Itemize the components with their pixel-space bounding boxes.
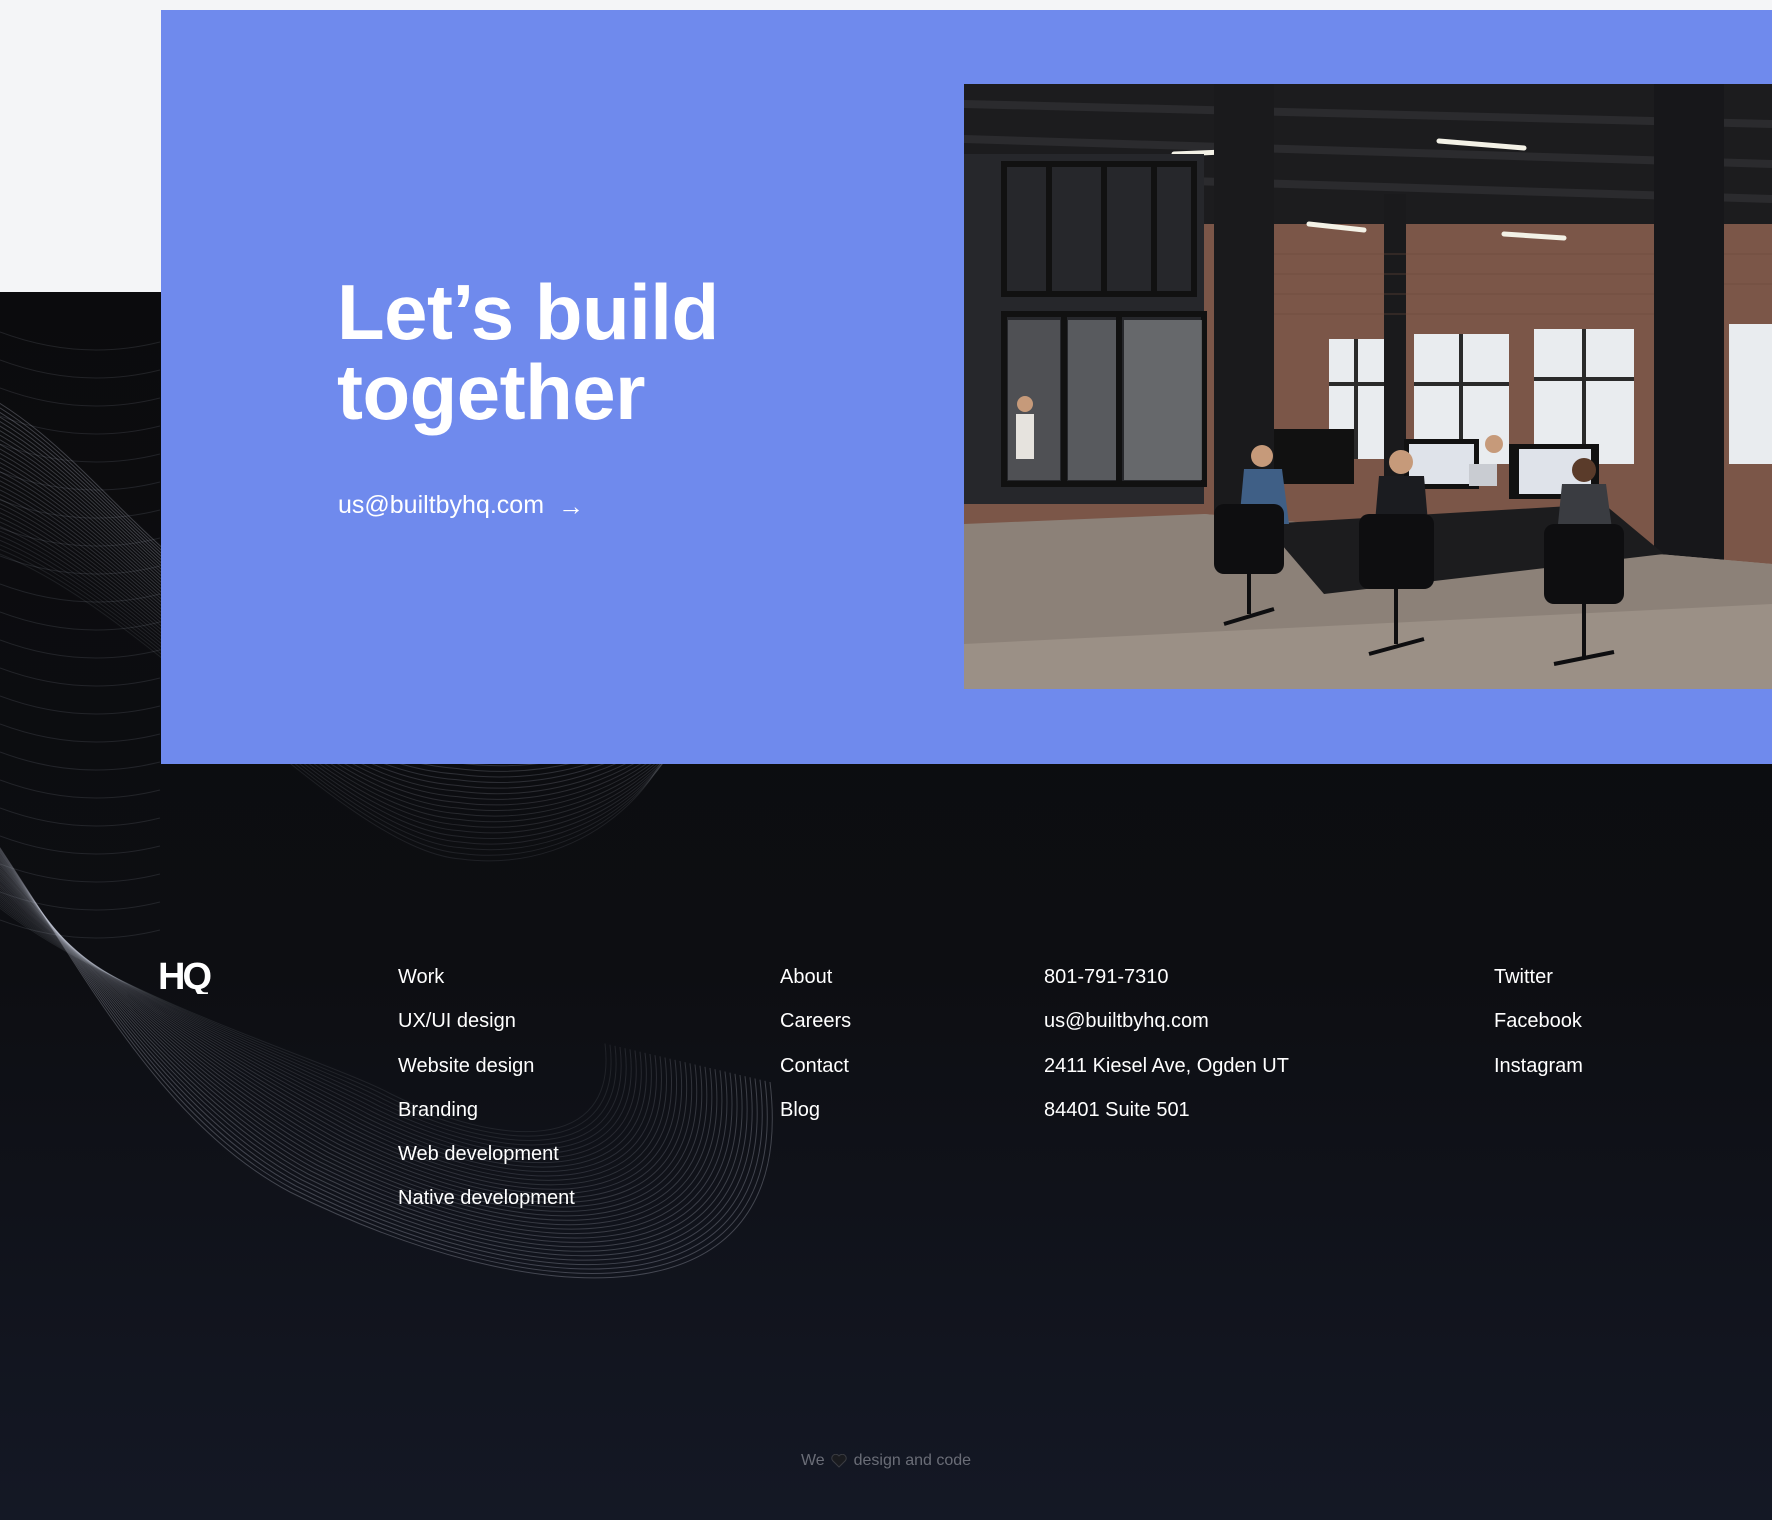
footer-address-line-1[interactable]: 2411 Kiesel Ave, Ogden UT: [1044, 1044, 1289, 1088]
footer-phone-link[interactable]: 801-791-7310: [1044, 955, 1289, 999]
wave-line: [0, 331, 161, 351]
wave-line: [0, 415, 161, 435]
cta-title-line-1: Let’s build: [337, 268, 719, 356]
footer-address-line-2[interactable]: 84401 Suite 501: [1044, 1088, 1289, 1132]
footer-link-branding[interactable]: Branding: [398, 1088, 575, 1132]
footer-link-careers[interactable]: Careers: [780, 999, 851, 1043]
credit-prefix: We: [800, 1452, 825, 1469]
wave-line: [0, 807, 161, 827]
footer-link-twitter[interactable]: Twitter: [1494, 955, 1583, 999]
wave-line: [0, 667, 161, 687]
hq-logo-text: HQ: [158, 958, 210, 994]
footer-link-work[interactable]: Work: [398, 955, 575, 999]
wave-line: [0, 639, 161, 659]
wave-line: [0, 835, 161, 855]
footer-contact-info: 801-791-7310 us@builtbyhq.com 2411 Kiese…: [1044, 955, 1289, 1132]
cta-email-text: us@builtbyhq.com: [338, 491, 545, 519]
footer-link-website-design[interactable]: Website design: [398, 1044, 575, 1088]
footer-link-contact[interactable]: Contact: [780, 1044, 851, 1088]
wave-line: [0, 695, 161, 715]
cta-title: Let’s build together: [337, 272, 897, 432]
wave-line: [0, 611, 161, 631]
footer-link-blog[interactable]: Blog: [780, 1088, 851, 1132]
footer-company-nav: About Careers Contact Blog: [780, 955, 851, 1132]
heart-icon: [831, 1453, 847, 1468]
wave-line: [0, 779, 161, 799]
footer-link-about[interactable]: About: [780, 955, 851, 999]
footer-social-nav: Twitter Facebook Instagram: [1494, 955, 1583, 1088]
wave-line: [0, 387, 161, 407]
office-photo: [964, 84, 1772, 689]
credit-suffix: design and code: [853, 1452, 972, 1469]
hq-logo[interactable]: HQ: [158, 958, 224, 994]
office-photo-illustration: [964, 84, 1772, 689]
cta-email-link[interactable]: us@builtbyhq.com →: [338, 491, 584, 520]
footer-email-link[interactable]: us@builtbyhq.com: [1044, 999, 1289, 1043]
arrow-right-icon: →: [558, 490, 585, 521]
footer-link-facebook[interactable]: Facebook: [1494, 999, 1583, 1043]
footer-link-native-development[interactable]: Native development: [398, 1176, 575, 1220]
footer-link-ux-ui-design[interactable]: UX/UI design: [398, 999, 575, 1043]
footer-credit: We design and code: [0, 1452, 1772, 1470]
cta-title-line-2: together: [337, 348, 646, 436]
footer-link-web-development[interactable]: Web development: [398, 1132, 575, 1176]
wave-line: [0, 751, 161, 771]
footer-link-instagram[interactable]: Instagram: [1494, 1044, 1583, 1088]
wave-line: [0, 723, 161, 743]
wave-line: [0, 359, 161, 379]
footer-services-nav: Work UX/UI design Website design Brandin…: [398, 955, 575, 1221]
wave-line: [0, 863, 161, 883]
